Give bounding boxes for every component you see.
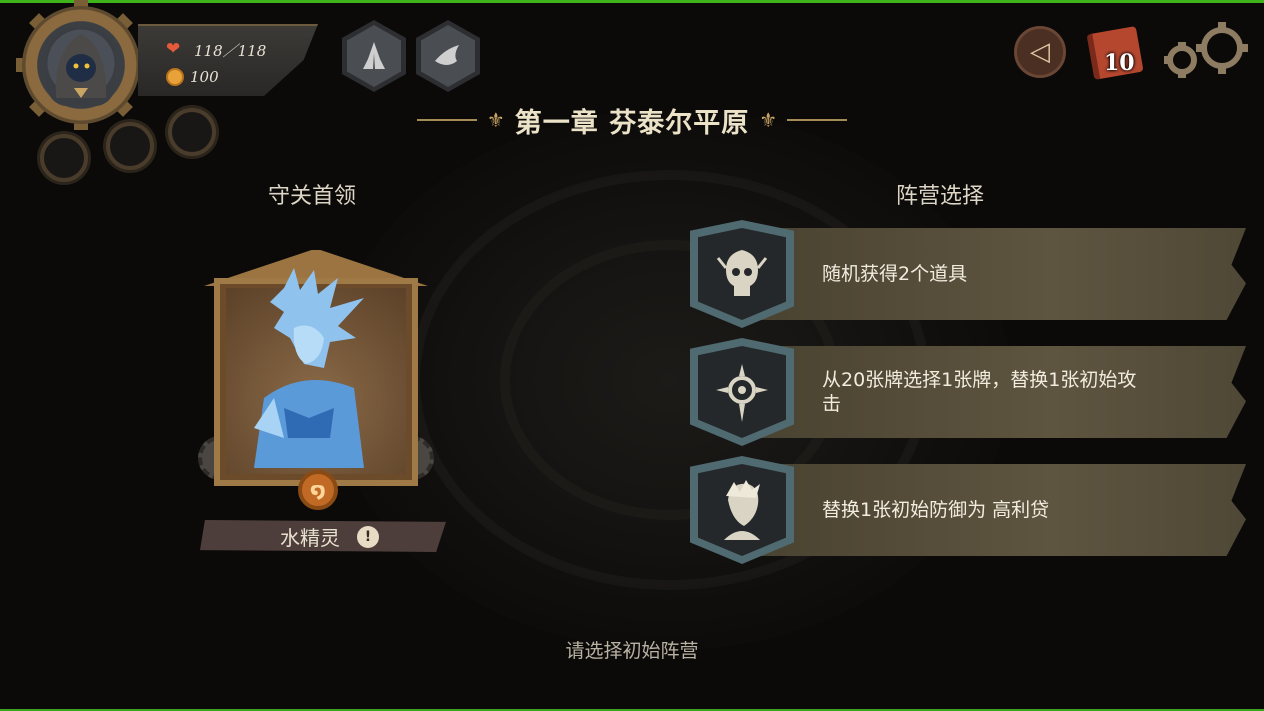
divider-line: [787, 119, 848, 121]
selection-prompt: 请选择初始阵营: [565, 640, 699, 662]
boss-emblem-icon: ໑: [298, 470, 338, 510]
option-text: 替换1张初始防御为 高利贷: [822, 499, 1050, 521]
player-hud: ❤ 118／118 100: [8, 0, 328, 194]
hooded-hero-icon: [55, 34, 107, 98]
option-text: 从20张牌选择1张牌，替换1张初始攻击: [822, 369, 1137, 415]
hero-portrait: [46, 28, 116, 106]
praying-hands-icon: [347, 25, 401, 87]
heart-icon: ❤: [166, 39, 181, 59]
bird-icon: [421, 25, 475, 87]
skull-crest-icon: [698, 228, 786, 320]
rogue-face-icon: [698, 464, 786, 556]
blessing-slot-prayer[interactable]: [342, 20, 406, 92]
option-shield: [690, 220, 794, 328]
option-text: 随机获得2个道具: [822, 263, 968, 285]
faction-option-3[interactable]: 替换1张初始防御为 高利贷: [690, 456, 1250, 564]
relic-slot[interactable]: [40, 134, 88, 182]
ornament-icon: ⚜: [759, 108, 778, 132]
sun-crest-icon: [698, 346, 786, 438]
divider-line: [416, 119, 477, 121]
back-button[interactable]: ◁: [1014, 26, 1066, 78]
boss-info-icon[interactable]: !: [357, 526, 379, 548]
relic-slot[interactable]: [168, 108, 216, 156]
faction-section-title: 阵营选择: [896, 184, 985, 209]
chapter-title: 第一章 芬泰尔平原: [514, 107, 750, 139]
faction-option-1[interactable]: 随机获得2个道具: [690, 220, 1250, 328]
boss-name: 水精灵: [280, 526, 340, 550]
ornament-icon: ⚜: [486, 108, 505, 132]
boss-section-title: 守关首领: [268, 184, 357, 209]
hp-value: 118／118: [194, 42, 267, 60]
coin-icon: [166, 68, 184, 86]
option-shield: [690, 456, 794, 564]
faction-option-2[interactable]: 从20张牌选择1张牌，替换1张初始攻击: [690, 338, 1250, 446]
boss-card[interactable]: ໑: [198, 238, 434, 510]
relic-slot[interactable]: [106, 122, 154, 170]
chapter-header: ⚜ 第一章 芬泰尔平原 ⚜: [400, 100, 864, 140]
window-top-border: [0, 0, 1264, 3]
settings-gear-icon[interactable]: [1160, 22, 1252, 82]
blessing-slot-bird[interactable]: [416, 20, 480, 92]
option-shield: [690, 338, 794, 446]
gold-value: 100: [190, 68, 219, 86]
water-spirit-icon: [254, 268, 364, 468]
deck-count: 10: [1104, 50, 1135, 76]
